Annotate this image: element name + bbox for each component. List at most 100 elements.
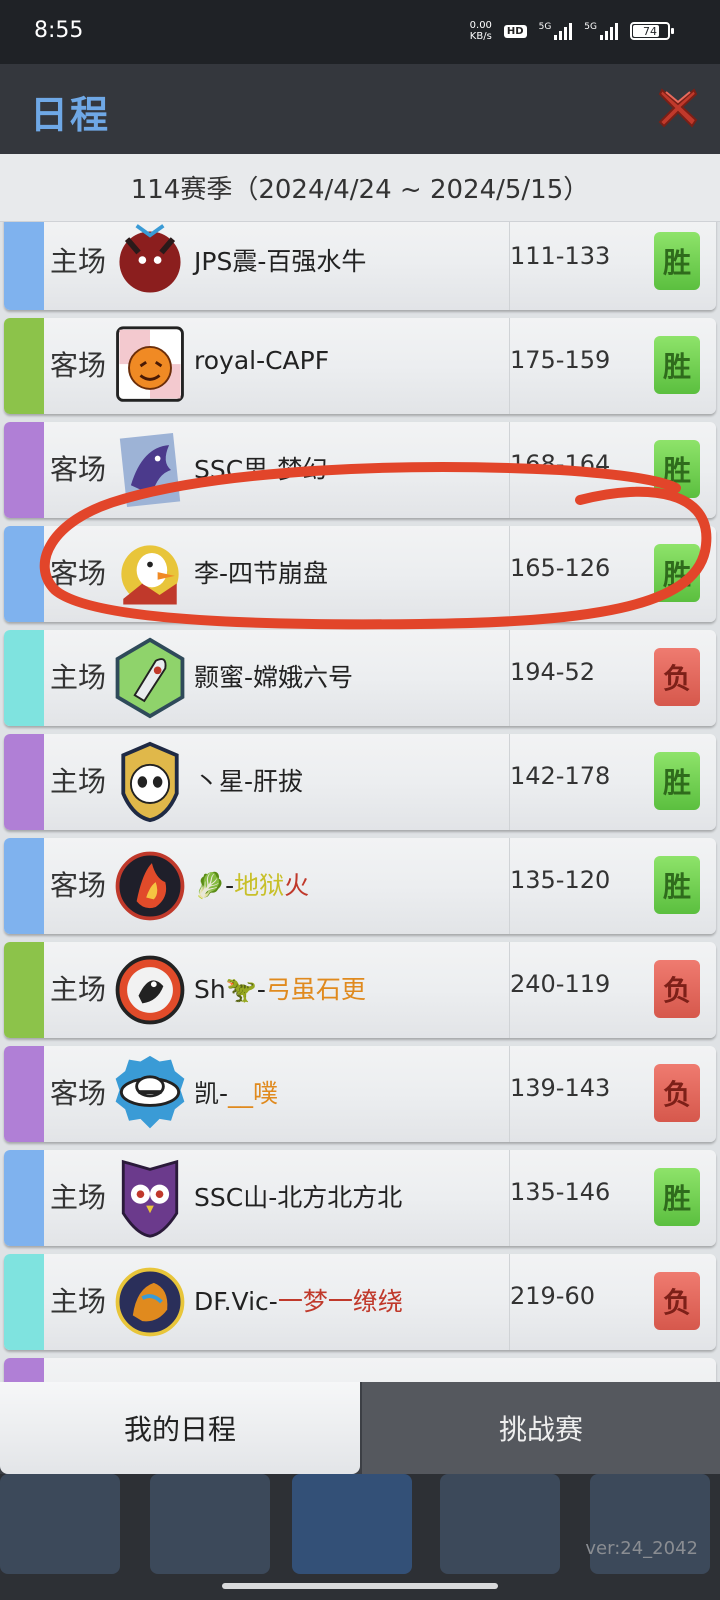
season-label: 114赛季（2024/4/24 ~ 2024/5/15） xyxy=(0,154,720,222)
team-name-colored: 火 xyxy=(284,871,310,900)
team-name-colored: 地狱 xyxy=(234,871,285,900)
match-score: 139-143 xyxy=(510,1074,611,1102)
version-label: ver:24_2042 xyxy=(585,1538,698,1559)
match-row[interactable]: 客场 李-四节崩盘 165-126 胜 xyxy=(4,526,716,622)
match-score: 240-119 xyxy=(510,970,611,998)
nav-ghost-icon xyxy=(590,1474,710,1574)
team-name: 颢蜜-嫦娥六号 xyxy=(194,663,354,692)
loss-badge: 负 xyxy=(654,1064,700,1122)
bison-icon xyxy=(112,222,188,304)
tab-challenge[interactable]: 挑战赛 xyxy=(362,1382,720,1474)
venue-label: 主场 xyxy=(50,245,107,278)
team-name: royal-CAPF xyxy=(194,346,330,375)
win-badge: 胜 xyxy=(654,752,700,810)
group-stripe xyxy=(4,1358,44,1382)
loss-badge: 负 xyxy=(654,648,700,706)
group-stripe xyxy=(4,630,44,726)
match-row[interactable]: 主场 JPS震-百强水牛 111-133 胜 xyxy=(4,222,716,310)
nav-ghost-icon xyxy=(292,1474,412,1574)
match-row[interactable] xyxy=(4,1358,716,1382)
ufo-icon xyxy=(112,1052,188,1136)
match-score: 135-120 xyxy=(510,866,611,894)
group-stripe xyxy=(4,318,44,414)
team-name-colored: 一梦一缭绕 xyxy=(277,1287,403,1316)
match-score: 168-164 xyxy=(510,450,611,478)
venue-label: 客场 xyxy=(50,453,107,486)
nav-ghost-icon xyxy=(150,1474,270,1574)
signal-icon: 5G xyxy=(584,22,618,40)
team-name-colored: __噗 xyxy=(228,1079,279,1108)
tab-my-schedule[interactable]: 我的日程 xyxy=(0,1382,360,1474)
match-score: 135-146 xyxy=(510,1178,611,1206)
match-score: 142-178 xyxy=(510,762,611,790)
match-score: 165-126 xyxy=(510,554,611,582)
venue-label: 主场 xyxy=(50,1181,107,1214)
loss-badge: 负 xyxy=(654,1272,700,1330)
match-score: 219-60 xyxy=(510,1282,596,1310)
group-stripe xyxy=(4,526,44,622)
team-name: 🥬-地狱火 xyxy=(194,866,309,902)
match-row[interactable]: 主场 Sh🦖-弓虽石更 240-119 负 xyxy=(4,942,716,1038)
match-row[interactable]: 客场 凯-__噗 139-143 负 xyxy=(4,1046,716,1142)
team-name-prefix: 凯- xyxy=(194,1079,229,1108)
team-name-prefix: 🥬- xyxy=(194,871,235,900)
group-stripe xyxy=(4,1046,44,1142)
venue-label: 客场 xyxy=(50,557,107,590)
win-badge: 胜 xyxy=(654,1168,700,1226)
status-bar: 8:55 0.00 KB/s HD 5G 5G 74 xyxy=(0,0,720,64)
venue-label: 客场 xyxy=(50,1077,107,1110)
clock: 8:55 xyxy=(34,18,84,43)
dialog-header: 日程 xyxy=(0,64,720,154)
match-list[interactable]: 主场 JPS震-百强水牛 111-133 胜客场 royal-CAPF 175-159 胜客… xyxy=(0,222,720,1382)
duck-fire-icon xyxy=(112,948,188,1032)
win-badge: 胜 xyxy=(654,232,700,290)
team-name: SSC山-北方北方北 xyxy=(194,1183,403,1212)
close-button[interactable] xyxy=(658,84,698,130)
team-name: SSC思-梦幻 xyxy=(194,455,328,484)
background-nav xyxy=(0,1474,720,1600)
win-badge: 胜 xyxy=(654,336,700,394)
match-row[interactable]: 主场 SSC山-北方北方北 135-146 胜 xyxy=(4,1150,716,1246)
win-badge: 胜 xyxy=(654,544,700,602)
rocket-icon xyxy=(112,636,188,720)
team-name: 凯-__噗 xyxy=(194,1074,278,1110)
team-name: JPS震-百强水牛 xyxy=(194,247,367,276)
home-indicator[interactable] xyxy=(222,1583,498,1589)
battery-icon: 74 xyxy=(630,22,674,40)
match-row[interactable]: 主场 丶星-肝拔 142-178 胜 xyxy=(4,734,716,830)
match-row[interactable]: 主场 DF.Vic-一梦一缭绕 219-60 负 xyxy=(4,1254,716,1350)
pumpkin-icon xyxy=(112,324,188,408)
match-score: 111-133 xyxy=(510,242,611,270)
match-row[interactable]: 主场 颢蜜-嫦娥六号 194-52 负 xyxy=(4,630,716,726)
venue-label: 客场 xyxy=(50,349,107,382)
venue-label: 客场 xyxy=(50,869,107,902)
panda-icon xyxy=(112,740,188,824)
venue-label: 主场 xyxy=(50,973,107,1006)
match-row[interactable]: 客场 royal-CAPF 175-159 胜 xyxy=(4,318,716,414)
group-stripe xyxy=(4,1254,44,1350)
team-name-colored: 弓虽石更 xyxy=(265,975,366,1004)
nav-ghost-icon xyxy=(0,1474,120,1574)
group-stripe xyxy=(4,222,44,310)
group-stripe xyxy=(4,422,44,518)
network-speed: 0.00 KB/s xyxy=(469,20,492,42)
group-stripe xyxy=(4,734,44,830)
match-score: 175-159 xyxy=(510,346,611,374)
signal-icon: 5G xyxy=(539,22,573,40)
team-name-prefix: DF.Vic- xyxy=(194,1287,278,1316)
match-row[interactable]: 客场 SSC思-梦幻 168-164 胜 xyxy=(4,422,716,518)
duck-icon xyxy=(112,532,188,616)
page-title: 日程 xyxy=(30,93,111,137)
venue-label: 主场 xyxy=(50,661,107,694)
tab-bar: 我的日程 挑战赛 xyxy=(0,1382,720,1474)
venue-label: 主场 xyxy=(50,1285,107,1318)
hd-icon: HD xyxy=(503,24,527,38)
group-stripe xyxy=(4,942,44,1038)
fire-icon xyxy=(112,844,188,928)
loss-badge: 负 xyxy=(654,960,700,1018)
match-row[interactable]: 客场 🥬-地狱火 135-120 胜 xyxy=(4,838,716,934)
team-name: Sh🦖-弓虽石更 xyxy=(194,970,366,1006)
status-icons: 0.00 KB/s HD 5G 5G 74 xyxy=(469,20,674,42)
griffin-icon xyxy=(112,428,188,512)
team-name-prefix: Sh🦖- xyxy=(194,975,266,1004)
